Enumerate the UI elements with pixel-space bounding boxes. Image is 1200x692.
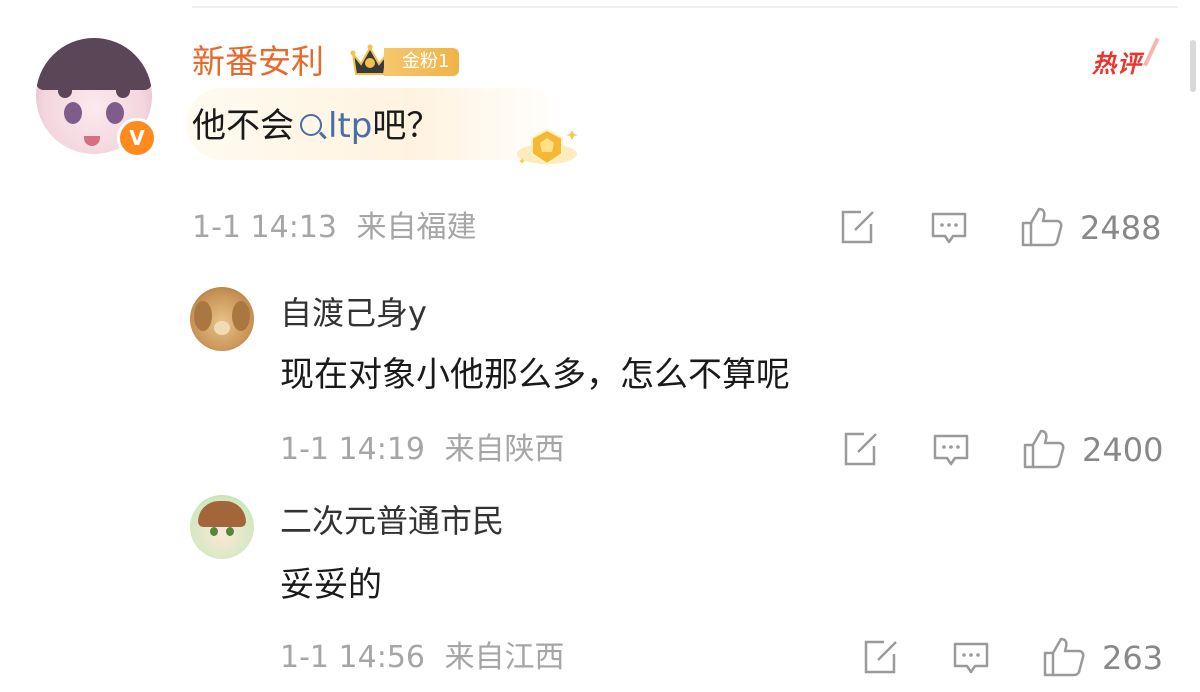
comment-text-part: 他不会 — [192, 106, 294, 146]
topic-link-label: ltp — [328, 106, 373, 146]
username[interactable]: 新番安利 — [192, 42, 324, 82]
medal-icon — [517, 128, 578, 166]
like-count: 263 — [1102, 639, 1164, 677]
scrollbar[interactable] — [1190, 40, 1196, 92]
avatar-ear — [194, 301, 212, 331]
search-icon — [300, 113, 322, 136]
avatar-hair — [36, 38, 152, 90]
reply-time: 1-1 14:19 — [280, 432, 425, 467]
like-icon[interactable] — [1021, 427, 1067, 471]
fan-level-badge: 金粉1 — [384, 48, 460, 76]
reply-avatar[interactable] — [190, 495, 254, 559]
avatar-bang — [116, 68, 130, 98]
comment-location: 来自福建 — [356, 210, 477, 245]
reply-time: 1-1 14:56 — [280, 640, 425, 675]
reply-username[interactable]: 自渡己身y — [280, 294, 427, 332]
reply-avatar[interactable] — [190, 287, 254, 351]
avatar-hair — [198, 501, 246, 527]
reply-meta: 1-1 14:56 来自江西 — [280, 640, 565, 676]
like-icon[interactable] — [1019, 205, 1065, 249]
comment-icon[interactable] — [929, 208, 969, 248]
avatar-eye — [210, 527, 218, 536]
like-count: 2400 — [1082, 431, 1164, 469]
comment-time: 1-1 14:13 — [192, 210, 337, 245]
like-count: 2488 — [1080, 209, 1162, 247]
top-divider — [192, 6, 1178, 8]
avatar-mouth — [84, 136, 100, 146]
verified-icon: V — [117, 118, 157, 158]
hot-comment-tag: 热评 — [1092, 44, 1142, 79]
avatar-eye — [64, 102, 82, 124]
avatar-ear — [232, 301, 250, 331]
share-icon[interactable] — [837, 208, 877, 248]
reply-username[interactable]: 二次元普通市民 — [280, 502, 504, 540]
comment-meta: 1-1 14:13 来自福建 — [192, 210, 477, 246]
avatar-eye — [106, 102, 124, 124]
reply-location: 来自江西 — [444, 640, 565, 675]
share-icon[interactable] — [860, 638, 900, 678]
comment-icon[interactable] — [931, 430, 971, 470]
avatar-eye — [226, 527, 234, 536]
avatar-bang — [58, 68, 72, 98]
reply-location: 来自陕西 — [444, 432, 565, 467]
reply-text: 现在对象小他那么多，怎么不算呢 — [280, 355, 790, 395]
like-icon[interactable] — [1041, 635, 1087, 679]
share-icon[interactable] — [840, 430, 880, 470]
avatar-snout — [214, 321, 230, 335]
comment-text: 他不会 ltp吧？ — [192, 104, 440, 148]
topic-link[interactable]: ltp — [294, 106, 372, 146]
reply-text: 妥妥的 — [280, 565, 382, 605]
comment-text-part: 吧？ — [372, 106, 441, 146]
comment-icon[interactable] — [951, 638, 991, 678]
reply-meta: 1-1 14:19 来自陕西 — [280, 432, 565, 468]
